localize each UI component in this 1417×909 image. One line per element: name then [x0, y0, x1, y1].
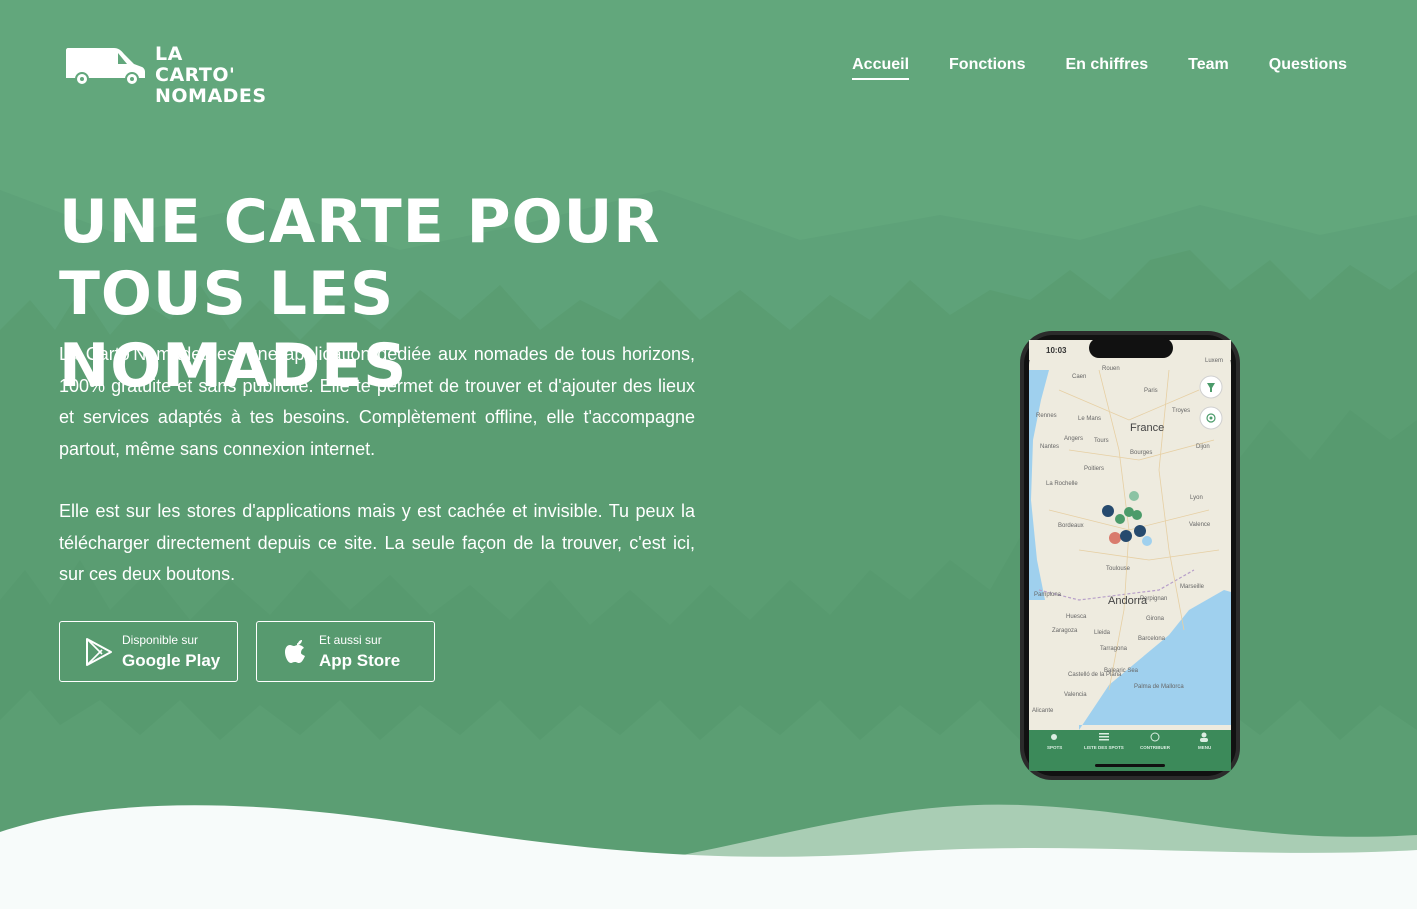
- tab-spots[interactable]: SPOTS: [1047, 745, 1062, 750]
- nav-team[interactable]: Team: [1188, 56, 1229, 80]
- tab-menu[interactable]: MENU: [1198, 745, 1211, 750]
- hero-paragraph-download: Elle est sur les stores d'applications m…: [59, 501, 695, 584]
- map-label-lyon: Lyon: [1190, 495, 1203, 501]
- map-label-alicante: Alicante: [1032, 708, 1054, 714]
- map-label-tarragona: Tarragona: [1100, 646, 1128, 652]
- map-label-pamplona: Pamplona: [1034, 592, 1062, 598]
- map-label-valence: Valence: [1189, 522, 1211, 528]
- map-label-perpignan: Perpignan: [1140, 596, 1168, 602]
- map-label-rennes: Rennes: [1036, 413, 1057, 419]
- map-label-poitiers: Poitiers: [1084, 466, 1105, 472]
- tab-liste-des-spots[interactable]: LISTE DES SPOTS: [1084, 745, 1124, 750]
- google-play-button[interactable]: Disponible sur Google Play: [59, 621, 238, 682]
- nav-fonctions[interactable]: Fonctions: [949, 56, 1025, 80]
- main-menu: Accueil Fonctions En chiffres Team Quest…: [852, 56, 1347, 80]
- map-label-la-rochelle: La Rochelle: [1046, 481, 1078, 487]
- map-label-tours: Tours: [1094, 438, 1109, 444]
- map-label-troyes: Troyes: [1172, 408, 1191, 414]
- map-label-valencia: Valencia: [1064, 692, 1087, 698]
- google-play-label: Google Play: [122, 651, 221, 670]
- apple-icon: [285, 640, 305, 663]
- brand-line1: LA CARTO': [155, 43, 236, 86]
- tab-contribuer[interactable]: CONTRIBUER: [1140, 745, 1170, 750]
- map-label-dijon: Dijon: [1196, 444, 1210, 450]
- map-label-zaragoza: Zaragoza: [1052, 628, 1078, 634]
- map-label-toulouse: Toulouse: [1106, 566, 1131, 572]
- nav-questions[interactable]: Questions: [1269, 56, 1347, 80]
- map-label-angers: Angers: [1064, 436, 1084, 442]
- map-label-paris: Paris: [1144, 388, 1158, 394]
- map-label-france: France: [1130, 422, 1165, 434]
- nav-accueil[interactable]: Accueil: [852, 56, 910, 80]
- hero-title-line1: UNE CARTE POUR: [59, 187, 661, 257]
- brand-name: LA CARTO' NOMADES: [155, 44, 267, 107]
- map-label-bourges: Bourges: [1130, 450, 1153, 456]
- map-label-palma: Palma de Mallorca: [1134, 684, 1184, 690]
- brand-line2: NOMADES: [155, 85, 267, 107]
- map-label-barcelona: Barcelona: [1138, 636, 1166, 642]
- map-label-bordeaux: Bordeaux: [1058, 523, 1084, 529]
- brand-logo[interactable]: LA CARTO' NOMADES: [64, 44, 266, 107]
- map-label-girona: Girona: [1146, 616, 1165, 622]
- map-label-marseille: Marseille: [1180, 584, 1205, 590]
- map-label-huesca: Huesca: [1066, 614, 1087, 620]
- app-store-label: App Store: [319, 651, 401, 670]
- map-label-luxem: Luxem: [1205, 358, 1224, 364]
- van-icon: [66, 48, 145, 86]
- app-store-button[interactable]: Et aussi sur App Store: [256, 621, 435, 682]
- map-label-nantes: Nantes: [1040, 444, 1060, 450]
- map-label-castello: Castelló de la Plana: [1068, 672, 1122, 678]
- map-label-caen: Caen: [1072, 374, 1087, 380]
- map-label-rouen: Rouen: [1102, 366, 1120, 372]
- map-label-lleida: Lleida: [1094, 630, 1111, 636]
- google-play-small-label: Disponible sur: [122, 633, 199, 647]
- phone-time: 10:03: [1046, 346, 1067, 355]
- app-store-small-label: Et aussi sur: [319, 633, 382, 647]
- nav-en-chiffres[interactable]: En chiffres: [1065, 56, 1148, 80]
- top-navigation: LA CARTO' NOMADES Accueil Fonctions En c…: [0, 0, 1417, 130]
- hero-paragraph-intro: La Carto'Nomades est une application déd…: [59, 344, 695, 459]
- map-label-le-mans: Le Mans: [1078, 416, 1102, 422]
- google-play-icon: [86, 638, 112, 666]
